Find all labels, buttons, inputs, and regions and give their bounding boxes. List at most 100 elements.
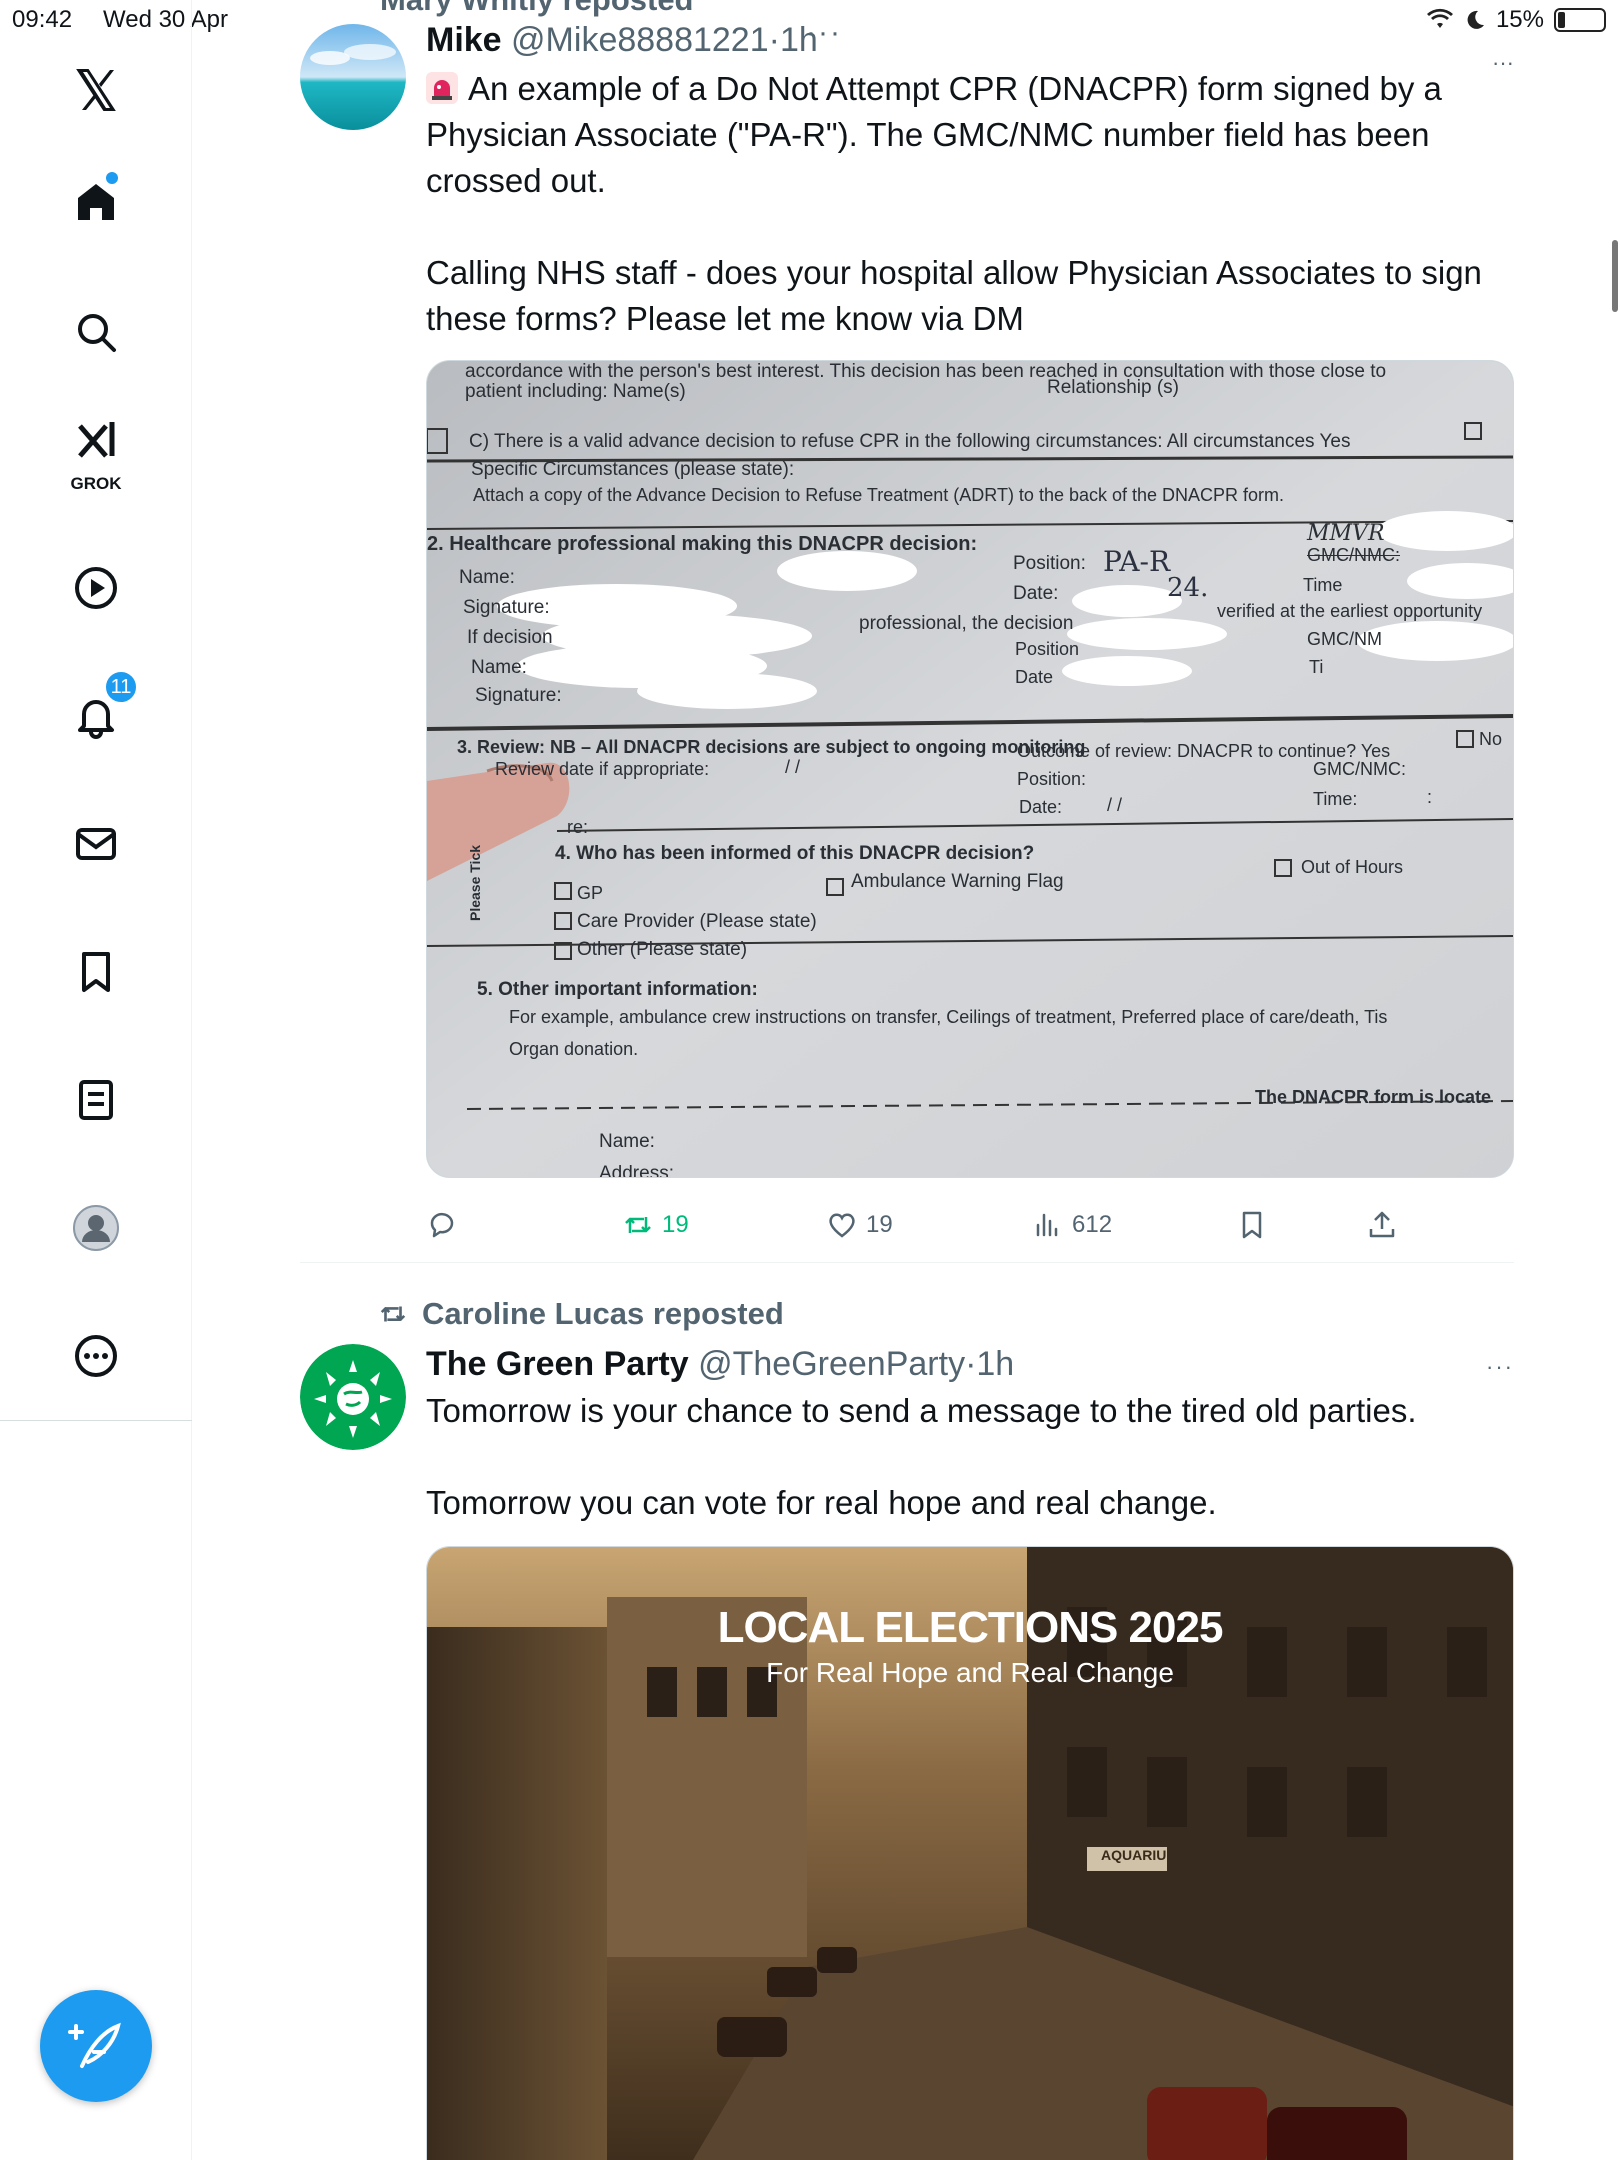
form-ambulance: Ambulance Warning Flag <box>851 871 1064 892</box>
views-icon <box>1036 1213 1058 1237</box>
retweet-count: 19 <box>662 1211 689 1238</box>
header-more-icon[interactable]: ··· <box>1492 50 1514 76</box>
form-no: No <box>1479 729 1503 749</box>
more-icon[interactable]: ··· <box>1486 1354 1514 1380</box>
form-review-date: Review date if appropriate: <box>495 759 710 779</box>
tweet-mike[interactable]: Mike @Mike88881221·1h ··· An example of … <box>300 16 1514 1260</box>
form-section-5: 5. Other important information: <box>477 979 758 1000</box>
bookmark-button[interactable] <box>1236 1200 1268 1250</box>
lists-icon[interactable] <box>56 1060 136 1140</box>
tweet-text: Tomorrow is your chance to send a messag… <box>426 1388 1514 1526</box>
form-care-provider: Care Provider (Please state) <box>577 911 817 932</box>
like-button[interactable]: 19 <box>826 1200 893 1250</box>
repost-icon <box>380 1306 406 1322</box>
form-line-5: Attach a copy of the Advance Decision to… <box>473 485 1285 505</box>
shop-sign: AQUARIU <box>1101 1847 1167 1863</box>
form-position-value: PA-R <box>1103 545 1171 578</box>
form-located: The DNACPR form is locate <box>1255 1087 1492 1107</box>
reposted-by: Caroline Lucas reposted <box>422 1296 784 1331</box>
notifications-icon[interactable]: 11 <box>56 670 138 756</box>
views-count: 612 <box>1072 1211 1113 1238</box>
image-title: LOCAL ELECTIONS 2025 <box>717 1603 1224 1652</box>
form-line-1: accordance with the person's best intere… <box>465 361 1387 382</box>
notifications-badge: 11 <box>104 670 138 704</box>
profile-avatar-icon[interactable] <box>56 1188 136 1268</box>
form-line-3: C) There is a valid advance decision to … <box>469 431 1351 452</box>
battery-fill <box>1558 12 1565 28</box>
form-address: Address: <box>599 1163 674 1178</box>
avatar[interactable] <box>300 1344 406 1450</box>
grok-icon[interactable]: GROK <box>56 412 136 493</box>
scrollbar[interactable] <box>1612 240 1618 312</box>
timestamp[interactable]: 1h <box>976 1345 1014 1383</box>
more-options-icon[interactable] <box>56 1316 136 1396</box>
tweet-green-party[interactable]: The Green Party @TheGreenParty·1h ··· To… <box>300 1344 1514 2160</box>
form-time: Time <box>1303 575 1343 595</box>
views-button[interactable]: 612 <box>1032 1200 1112 1250</box>
retweet-button[interactable]: 19 <box>622 1200 689 1250</box>
form-name-5: Name: <box>599 1131 655 1152</box>
sidebar-nav: GROK 11 <box>0 0 192 2160</box>
form-position-3: Position: <box>1017 769 1087 789</box>
retweet-icon <box>625 1217 651 1233</box>
like-count: 19 <box>866 1211 893 1238</box>
tweet-header: The Green Party @TheGreenParty·1h <box>426 1344 1514 1384</box>
form-date-3-slashes: / / <box>1107 795 1123 815</box>
tweet-actions: 19 19 612 <box>426 1200 1514 1250</box>
form-organ: Organ donation. <box>509 1039 639 1059</box>
form-date-label: Date: <box>1013 583 1059 604</box>
x-logo-icon[interactable] <box>56 50 136 130</box>
dot-separator: · <box>768 21 780 59</box>
author-handle[interactable]: @Mike88881221 <box>511 21 769 59</box>
tweet-paragraph-2: Tomorrow you can vote for real hope and … <box>426 1484 1217 1521</box>
form-position-2: Position <box>1015 639 1080 659</box>
bookmarks-icon[interactable] <box>56 932 136 1012</box>
tweet-paragraph-1: An example of a Do Not Attempt CPR (DNAC… <box>426 70 1442 199</box>
form-review-slashes: / / <box>785 757 801 777</box>
reply-button[interactable] <box>426 1200 466 1250</box>
home-unread-dot <box>106 172 118 184</box>
form-gmc-nm: GMC/NM <box>1307 629 1382 649</box>
form-example: For example, ambulance crew instructions… <box>509 1007 1388 1027</box>
form-line-2: patient including: Name(s) <box>465 381 686 402</box>
form-signature-label: Signature: <box>463 597 550 618</box>
dnacpr-form-image[interactable]: accordance with the person's best intere… <box>426 360 1514 1178</box>
form-professional: professional, the decision <box>859 613 1074 634</box>
form-time-3-colon: : <box>1427 787 1433 807</box>
share-button[interactable] <box>1366 1200 1398 1250</box>
compose-post-button[interactable] <box>40 1990 152 2102</box>
tweet-paragraph-2: Calling NHS staff - does your hospital a… <box>426 254 1482 337</box>
search-icon[interactable] <box>56 292 136 372</box>
form-date-3: Date: <box>1019 797 1063 817</box>
grok-label: GROK <box>70 474 122 493</box>
video-icon[interactable] <box>56 548 136 628</box>
messages-icon[interactable] <box>56 804 136 884</box>
tweet-paragraph-1: Tomorrow is your chance to send a messag… <box>426 1392 1417 1429</box>
form-other: Other (Please state) <box>577 939 748 960</box>
election-image[interactable]: AQUARIU LOCAL ELECTIONS 2025 For Real Ho… <box>426 1546 1514 2160</box>
author-handle[interactable]: @TheGreenParty <box>698 1345 965 1383</box>
form-mmvr: MMVR <box>1307 521 1385 546</box>
battery-icon <box>1554 8 1606 32</box>
form-section-3: 3. Review: NB – All DNACPR decisions are… <box>457 737 1086 757</box>
form-section-2: 2. Healthcare professional making this D… <box>427 533 978 555</box>
form-time-3: Time: <box>1313 789 1358 809</box>
form-signature-label-2: Signature: <box>475 685 562 706</box>
form-please-tick: Please Tick <box>467 844 483 921</box>
form-section-4: 4. Who has been informed of this DNACPR … <box>555 843 1035 864</box>
form-name-label-2: Name: <box>471 657 527 678</box>
avatar[interactable] <box>300 24 406 130</box>
more-icon[interactable]: ··· <box>806 16 842 50</box>
form-gmc-3: GMC/NMC: <box>1313 759 1406 779</box>
author-name[interactable]: The Green Party <box>426 1345 689 1383</box>
repost-indicator[interactable]: Caroline Lucas reposted <box>378 1296 784 1332</box>
form-re: re: <box>567 817 589 837</box>
form-gp: GP <box>577 883 604 903</box>
home-icon[interactable] <box>56 162 136 242</box>
reply-icon <box>430 1212 454 1238</box>
author-name[interactable]: Mike <box>426 21 502 59</box>
form-position-label: Position: <box>1013 553 1086 574</box>
form-relationship: Relationship (s) <box>1047 377 1179 398</box>
form-out-of-hours: Out of Hours <box>1301 857 1404 877</box>
siren-icon <box>426 70 458 104</box>
